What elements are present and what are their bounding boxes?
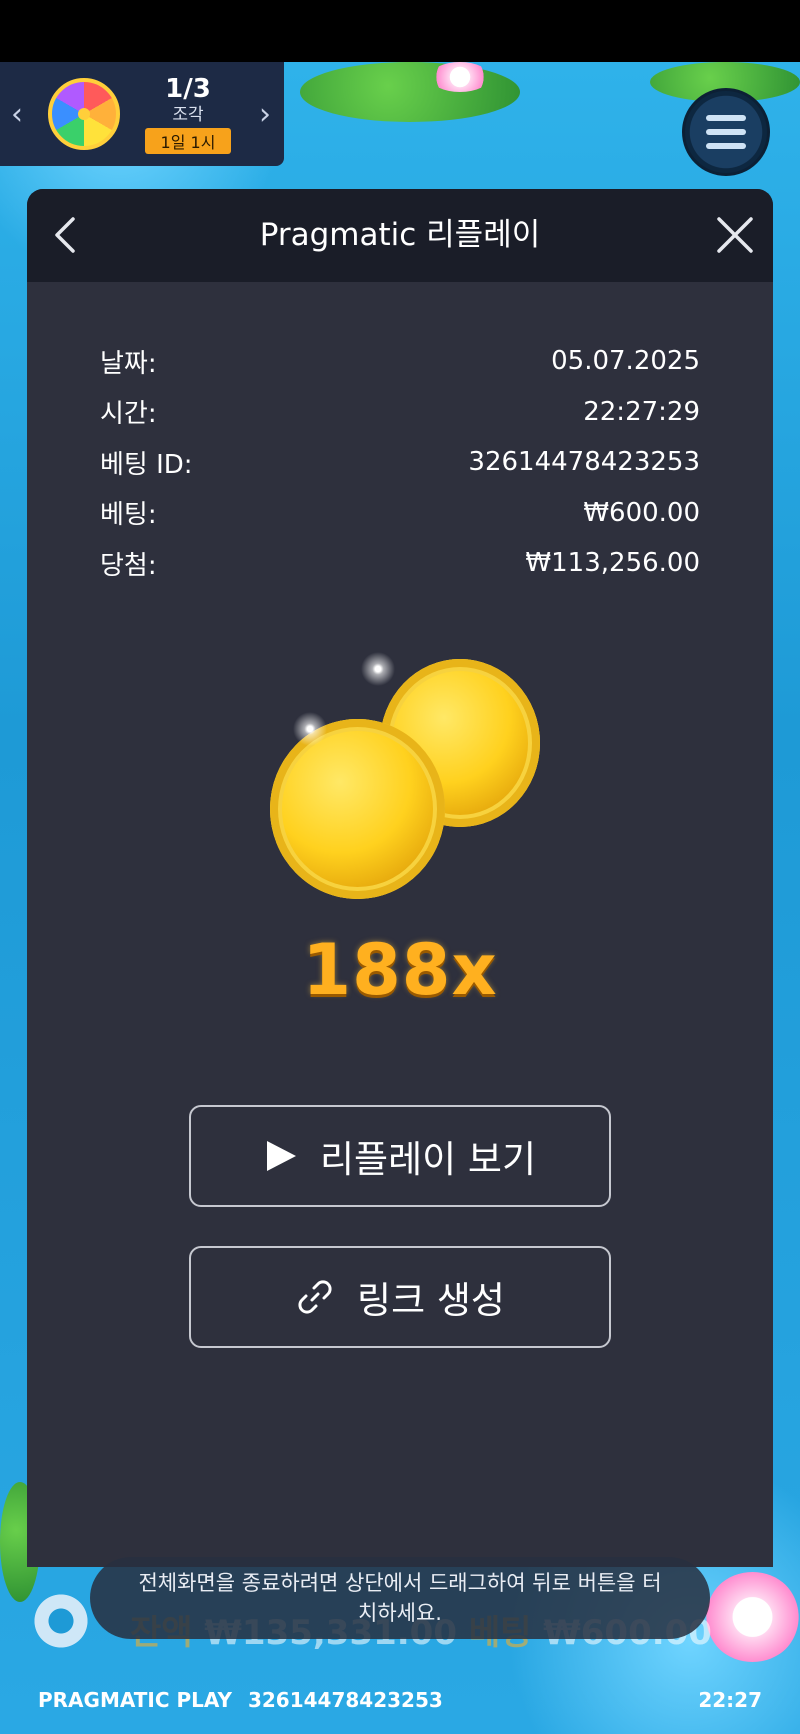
lotus-flower [705,1572,800,1662]
event-label: 조각 [172,105,204,125]
watch-replay-label: 리플레이 보기 [319,1138,536,1181]
modal-title: Pragmatic 리플레이 [259,217,541,253]
detail-row-time: 시간: 22:27:29 [100,387,700,438]
detail-value: ₩600.00 [583,497,700,528]
event-info: 1/3 조각 1일 1시 [128,74,248,154]
modal-header: Pragmatic 리플레이 [27,189,773,282]
detail-row-date: 날짜: 05.07.2025 [100,336,700,387]
sparkle [290,709,330,749]
hamburger-menu-icon[interactable] [682,88,770,176]
detail-value: ₩113,256.00 [525,548,700,579]
footer-bet-id: 32614478423253 [247,1688,443,1712]
detail-value: 22:27:29 [583,396,700,427]
replay-modal: Pragmatic 리플레이 날짜: 05.07.2025 시간: 22:27:… [27,189,773,1567]
fullscreen-toast: 전체화면을 종료하려면 상단에서 드래그하여 뒤로 버튼을 터치하세요. [90,1557,710,1639]
detail-value: 32614478423253 [468,447,700,478]
watch-replay-button[interactable]: 리플레이 보기 [189,1105,611,1207]
detail-row-win: 당첨: ₩113,256.00 [100,538,700,589]
create-link-button[interactable]: 링크 생성 [189,1246,611,1348]
bet-details: 날짜: 05.07.2025 시간: 22:27:29 베팅 ID: 32614… [100,336,700,589]
detail-label: 베팅 ID: [100,449,193,480]
brand-label: PRAGMATIC PLAY [38,1688,232,1712]
detail-row-bet: 베팅: ₩600.00 [100,488,700,539]
event-widget[interactable]: ‹ 1/3 조각 1일 1시 › [0,62,284,166]
status-bar [0,0,800,62]
close-icon[interactable] [711,211,759,259]
footer-clock: 22:27 [698,1688,762,1712]
chevron-right-icon[interactable]: › [248,97,282,132]
detail-label: 당첨: [100,550,157,581]
footer-bar: PRAGMATIC PLAY 32614478423253 22:27 [0,1680,800,1720]
detail-value: 05.07.2025 [551,346,700,377]
event-timer-badge: 1일 1시 [144,128,232,154]
detail-label: 날짜: [100,348,157,379]
detail-label: 시간: [100,399,157,430]
sparkle [358,649,398,689]
prize-wheel-icon[interactable] [48,78,120,150]
coins-icon [270,649,560,909]
event-count: 1/3 [165,74,211,104]
link-icon [298,1280,332,1314]
play-icon [266,1141,296,1171]
detail-label: 베팅: [100,500,157,531]
create-link-label: 링크 생성 [357,1279,505,1322]
settings-gear-icon[interactable] [30,1590,92,1652]
lotus-flower [430,62,490,92]
chevron-left-icon[interactable]: ‹ [0,97,34,132]
detail-row-bet-id: 베팅 ID: 32614478423253 [100,437,700,488]
win-multiplier: 188x [302,929,498,1011]
